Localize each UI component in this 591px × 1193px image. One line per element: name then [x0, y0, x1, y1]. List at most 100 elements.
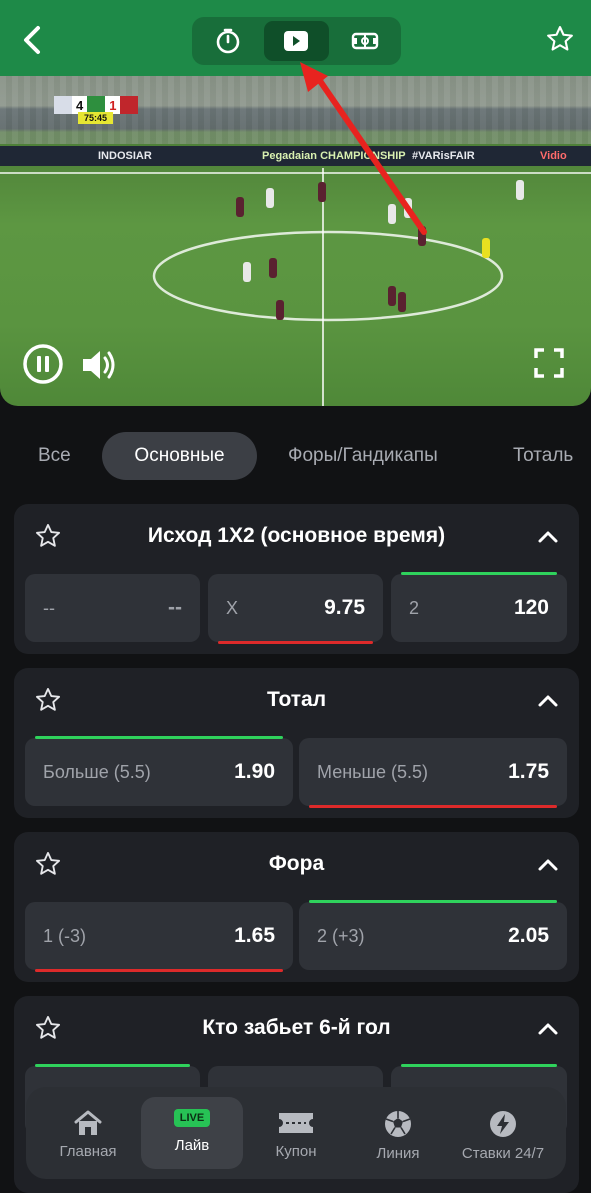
tab-all[interactable]: Все	[38, 432, 71, 480]
soccer-ball-icon	[385, 1111, 411, 1137]
volume-icon	[83, 351, 115, 379]
nav-label: Линия	[376, 1145, 420, 1162]
nav-bets-247[interactable]: Ставки 24/7	[450, 1097, 556, 1169]
player	[398, 292, 406, 312]
chevron-up-icon	[538, 695, 558, 707]
chevron-left-icon	[24, 26, 40, 54]
referee	[482, 238, 490, 258]
odd-value: 120	[513, 596, 549, 619]
market-card-total: Тотал Больше (5.5) 1.90 Меньше (5.5) 1.7…	[14, 668, 579, 818]
nav-live[interactable]: LIVE Лайв	[141, 1097, 243, 1169]
chevron-up-icon	[538, 1023, 558, 1035]
odd-value: 2.05	[508, 924, 549, 947]
nav-label: Купон	[275, 1143, 317, 1160]
player	[243, 262, 251, 282]
nav-label: Лайв	[174, 1137, 210, 1154]
chevron-up-icon	[538, 531, 558, 543]
nav-line[interactable]: Линия	[348, 1097, 448, 1169]
odd-button-2[interactable]: 2 120	[391, 572, 567, 642]
star-icon	[35, 1015, 61, 1039]
player	[418, 226, 426, 246]
home-icon	[74, 1110, 102, 1135]
odd-value: --	[168, 596, 182, 619]
player	[318, 182, 326, 202]
timer-tab-button[interactable]	[196, 21, 260, 61]
odd-label: 2	[409, 598, 420, 618]
market-card-1x2: Исход 1X2 (основное время) -- -- X 9.75 …	[14, 504, 579, 654]
odd-increase-indicator	[35, 1064, 190, 1067]
market-title: Тотал	[266, 688, 327, 711]
star-icon	[35, 523, 61, 547]
odd-button-handicap-1[interactable]: 1 (-3) 1.65	[25, 902, 293, 972]
lightning-icon	[490, 1111, 516, 1137]
star-icon	[35, 851, 61, 875]
collapse-button[interactable]	[537, 854, 559, 876]
player	[388, 204, 396, 224]
odd-button-draw[interactable]: X 9.75	[208, 574, 383, 644]
market-tabs: Все Основные Форы/Гандикапы Тоталь	[0, 432, 591, 482]
odd-button-1[interactable]: -- --	[25, 574, 200, 642]
odd-decrease-indicator	[218, 641, 373, 644]
tab-handicaps[interactable]: Форы/Гандикапы	[288, 432, 438, 480]
scoreboard-field-icon	[351, 32, 379, 50]
odd-button-handicap-2[interactable]: 2 (+3) 2.05	[299, 900, 567, 970]
video-tab-button[interactable]	[264, 21, 329, 61]
odd-label: X	[226, 598, 239, 618]
odd-increase-indicator	[401, 1064, 557, 1067]
nav-home[interactable]: Главная	[38, 1097, 138, 1169]
ticket-icon	[279, 1113, 313, 1133]
chevron-up-icon	[538, 859, 558, 871]
collapse-button[interactable]	[537, 690, 559, 712]
market-favorite-button[interactable]	[34, 686, 62, 714]
odd-label: 1 (-3)	[43, 926, 87, 946]
fullscreen-button[interactable]	[534, 348, 564, 383]
odd-button-under[interactable]: Меньше (5.5) 1.75	[299, 738, 567, 808]
market-favorite-button[interactable]	[34, 850, 62, 878]
home-team-logo	[54, 96, 72, 114]
market-favorite-button[interactable]	[34, 522, 62, 550]
collapse-button[interactable]	[537, 526, 559, 548]
favorite-button[interactable]	[545, 24, 575, 54]
back-button[interactable]	[14, 22, 50, 58]
pause-icon	[23, 344, 63, 384]
view-switcher	[192, 17, 401, 65]
tab-main[interactable]: Основные	[102, 432, 257, 480]
nav-coupon[interactable]: Купон	[246, 1097, 346, 1169]
odd-value: 1.65	[234, 924, 275, 947]
player	[516, 180, 524, 200]
odd-value: 1.75	[508, 760, 549, 783]
star-icon	[35, 687, 61, 711]
star-icon	[547, 26, 573, 51]
odd-button-over[interactable]: Больше (5.5) 1.90	[25, 736, 293, 806]
bottom-navigation: Главная LIVE Лайв Купон Линия Ставки 24/…	[26, 1087, 566, 1179]
odd-increase-indicator	[401, 572, 557, 575]
player	[266, 188, 274, 208]
tab-totals[interactable]: Тоталь	[513, 432, 573, 480]
player	[404, 198, 412, 218]
pause-button[interactable]	[22, 343, 64, 390]
home-score: 4	[76, 97, 84, 113]
market-title: Исход 1X2 (основное время)	[147, 524, 446, 547]
top-bar	[0, 0, 591, 76]
live-badge-icon: LIVE	[173, 1109, 211, 1127]
scoreboard-tab-button[interactable]	[333, 21, 397, 61]
odd-decrease-indicator	[35, 969, 283, 972]
odd-label: 2 (+3)	[317, 926, 365, 946]
market-favorite-button[interactable]	[34, 1014, 62, 1042]
fullscreen-icon	[534, 348, 564, 378]
volume-button[interactable]	[80, 346, 120, 389]
odd-value: 9.75	[324, 596, 365, 619]
market-title: Фора	[268, 852, 325, 875]
odd-value: 1.90	[234, 760, 275, 783]
nav-label: Ставки 24/7	[461, 1145, 545, 1162]
market-card-handicap: Фора 1 (-3) 1.65 2 (+3) 2.05	[14, 832, 579, 982]
player	[276, 300, 284, 320]
play-video-icon	[284, 31, 309, 51]
odd-label: Больше (5.5)	[43, 762, 151, 782]
odd-increase-indicator	[35, 736, 283, 739]
collapse-button[interactable]	[537, 1018, 559, 1040]
nav-label: Главная	[59, 1143, 117, 1160]
odd-increase-indicator	[309, 900, 557, 903]
market-title: Кто забьет 6-й гол	[202, 1016, 391, 1039]
video-player[interactable]: INDOSIAR Pegadaian CHAMPIONSHIP #VARisFA…	[0, 76, 591, 406]
